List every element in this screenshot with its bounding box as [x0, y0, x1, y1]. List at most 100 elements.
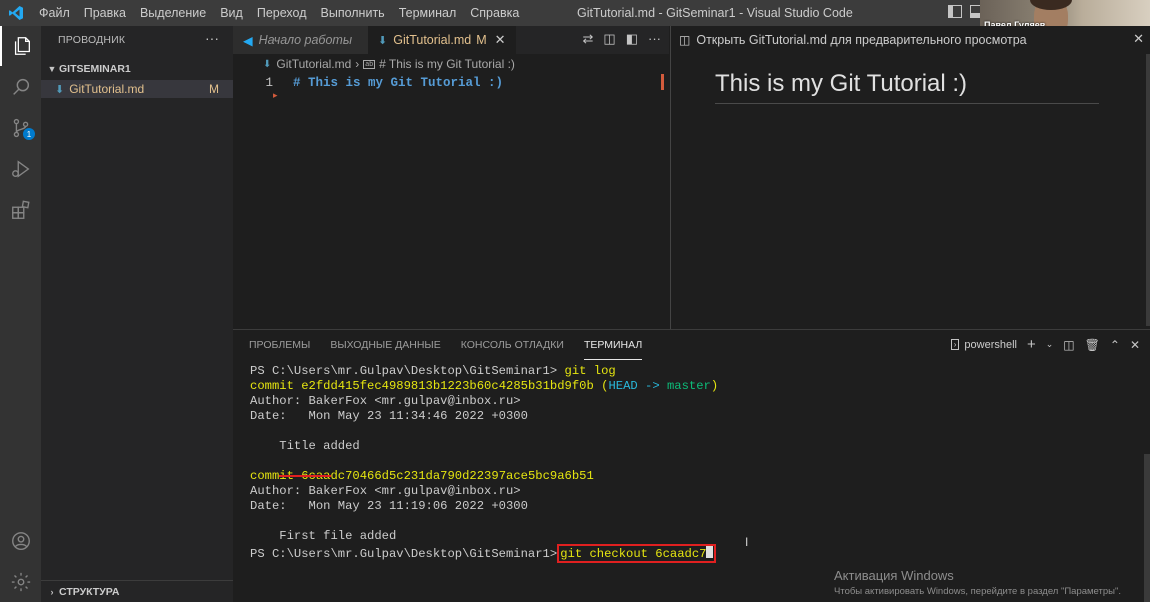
outline-label: СТРУКТУРА — [59, 585, 120, 598]
search-icon[interactable] — [0, 67, 41, 107]
menu-run[interactable]: Выполнить — [314, 0, 392, 26]
menu-bar: Файл Правка Выделение Вид Переход Выполн… — [32, 0, 526, 26]
explorer-sidebar: ПРОВОДНИК ··· ▼ GITSEMINAR1 ⬇ GitTutoria… — [41, 26, 233, 602]
close-icon[interactable]: ✕ — [1133, 31, 1144, 47]
split-editor-icon[interactable]: ◧ — [626, 31, 638, 47]
maximize-panel-icon[interactable]: ⌃ — [1110, 338, 1120, 352]
commit-hash: 6caadc70466d5c231da790d22397ace5bc9a6b51 — [301, 469, 594, 483]
menu-file[interactable]: Файл — [32, 0, 77, 26]
split-terminal-icon[interactable]: ◫ — [1063, 338, 1074, 352]
tab-debug-console[interactable]: КОНСОЛЬ ОТЛАДКИ — [461, 330, 564, 360]
ref-paren: ) — [710, 379, 719, 393]
hash-underline-annotation — [279, 475, 331, 477]
file-item-gittutorial[interactable]: ⬇ GitTutorial.md M — [41, 80, 233, 98]
preview-heading: This is my Git Tutorial :) — [715, 70, 968, 97]
commit-label: commit — [250, 379, 294, 393]
close-panel-icon[interactable]: ✕ — [1130, 338, 1140, 352]
tab-modified-badge: M — [476, 33, 487, 47]
terminal-selector[interactable]: › powershell — [950, 338, 1017, 351]
terminal-line: Date: Mon May 23 11:19:06 2022 +0300 — [250, 499, 528, 513]
tab-output[interactable]: ВЫХОДНЫЕ ДАННЫЕ — [330, 330, 440, 360]
trash-icon[interactable]: 🗑 — [1085, 338, 1100, 352]
text-cursor-icon: I — [745, 535, 749, 549]
commit-hash: e2fdd415fec4989813b1223b60c4285b31bd9f0b — [301, 379, 594, 393]
activity-bar: 1 — [0, 26, 41, 602]
menu-view[interactable]: Вид — [213, 0, 250, 26]
open-preview-icon[interactable]: ◫ — [603, 31, 615, 47]
tab-gittutorial[interactable]: ⬇ GitTutorial.md M ✕ — [368, 26, 516, 54]
line-code[interactable]: # This is my Git Tutorial :) — [293, 76, 503, 90]
window-title: GitTutorial.md - GitSeminar1 - Visual St… — [577, 6, 853, 20]
markdown-file-icon: ⬇ — [263, 58, 272, 70]
terminal-scrollbar[interactable] — [1144, 454, 1150, 602]
menu-edit[interactable]: Правка — [77, 0, 133, 26]
preview-editor-group: ◫ Открыть GitTutorial.md для предварител… — [670, 26, 1150, 329]
terminal-line: PS C:\Users\mr.Gulpav\Desktop\GitSeminar… — [250, 544, 718, 563]
tab-welcome[interactable]: ◀ Начало работы — [233, 26, 368, 54]
editor-tabs: ◀ Начало работы ⬇ GitTutorial.md M ✕ ⇄ ◫… — [233, 26, 669, 54]
tab-welcome-label: Начало работы — [258, 33, 353, 47]
chevron-down-icon: ▼ — [47, 64, 57, 74]
workspace-folder[interactable]: ▼ GITSEMINAR1 — [41, 58, 233, 80]
close-icon[interactable]: ✕ — [495, 32, 506, 48]
breadcrumb: ⬇ GitTutorial.md › ab # This is my Git T… — [233, 54, 669, 74]
terminal-line: Author: BakerFox <mr.gulpav@inbox.ru> — [250, 484, 521, 498]
chevron-down-icon[interactable]: ⌄ — [1046, 339, 1054, 350]
breadcrumb-symbol[interactable]: # This is my Git Tutorial :) — [379, 57, 515, 71]
compare-changes-icon[interactable]: ⇄ — [583, 31, 594, 47]
vscode-small-icon: ◀ — [243, 33, 253, 48]
run-debug-icon[interactable] — [0, 149, 41, 189]
terminal-line: Date: Mon May 23 11:34:46 2022 +0300 — [250, 409, 528, 423]
settings-gear-icon[interactable] — [0, 562, 41, 602]
terminal-line: commit e2fdd415fec4989813b1223b60c4285b3… — [250, 379, 718, 394]
menu-help[interactable]: Справка — [463, 0, 526, 26]
tab-problems[interactable]: ПРОБЛЕМЫ — [249, 330, 310, 360]
more-actions-icon[interactable]: ··· — [648, 31, 661, 47]
command: git log — [564, 364, 616, 378]
menu-go[interactable]: Переход — [250, 0, 314, 26]
code-line[interactable]: 1 # This is my Git Tutorial :) — [233, 74, 669, 91]
panel-actions: › powershell + ⌄ ◫ 🗑 ⌃ ✕ — [950, 336, 1140, 353]
breadcrumb-file[interactable]: GitTutorial.md — [276, 57, 351, 71]
title-bar: Файл Правка Выделение Вид Переход Выполн… — [0, 0, 1150, 36]
terminal-output[interactable]: PS C:\Users\mr.Gulpav\Desktop\GitSeminar… — [250, 364, 718, 563]
terminal-line: Title added — [250, 439, 360, 453]
explorer-icon[interactable] — [0, 26, 41, 66]
preview-tab[interactable]: ◫ Открыть GitTutorial.md для предварител… — [671, 26, 1150, 54]
editor-actions: ⇄ ◫ ◧ ··· — [583, 31, 662, 47]
panel-tabs: ПРОБЛЕМЫ ВЫХОДНЫЕ ДАННЫЕ КОНСОЛЬ ОТЛАДКИ… — [233, 330, 1150, 360]
chevron-right-icon: › — [50, 586, 54, 597]
gutter-change-marker: ▸ — [273, 90, 278, 100]
toggle-sidebar-icon[interactable] — [948, 5, 962, 18]
source-control-icon[interactable] — [0, 108, 41, 148]
menu-selection[interactable]: Выделение — [133, 0, 213, 26]
modified-status-badge: M — [209, 82, 219, 96]
scrollbar[interactable] — [1146, 54, 1150, 326]
prompt: PS C:\Users\mr.Gulpav\Desktop\GitSeminar… — [250, 547, 558, 561]
head-ref: HEAD -> — [608, 379, 660, 393]
line-number: 1 — [265, 75, 273, 90]
bottom-panel: ПРОБЛЕМЫ ВЫХОДНЫЕ ДАННЫЕ КОНСОЛЬ ОТЛАДКИ… — [233, 329, 1150, 602]
markdown-file-icon: ⬇ — [378, 34, 388, 47]
heading-divider — [715, 103, 1099, 104]
account-icon[interactable] — [0, 521, 41, 561]
tab-terminal[interactable]: ТЕРМИНАЛ — [583, 330, 643, 360]
terminal-type: powershell — [964, 338, 1017, 351]
branch-ref: master — [666, 379, 711, 393]
vscode-logo-icon — [0, 0, 32, 26]
markdown-file-icon: ⬇ — [55, 83, 65, 96]
tab-gittutorial-label: GitTutorial.md — [393, 33, 472, 47]
menu-terminal[interactable]: Терминал — [392, 0, 464, 26]
terminal-blank — [250, 424, 718, 439]
layout-controls — [948, 5, 984, 18]
windows-activation-watermark: Активация Windows Чтобы активировать Win… — [834, 568, 1121, 597]
new-terminal-icon[interactable]: + — [1027, 336, 1036, 353]
terminal-blank — [250, 454, 718, 469]
outline-section[interactable]: › СТРУКТУРА — [41, 580, 233, 602]
command: git checkout 6caadc7 — [560, 547, 707, 561]
extensions-icon[interactable] — [0, 190, 41, 230]
terminal-line: PS C:\Users\mr.Gulpav\Desktop\GitSeminar… — [250, 364, 718, 379]
more-actions-icon[interactable]: ··· — [205, 30, 219, 46]
minimap-change-marker — [661, 74, 664, 90]
symbol-icon: ab — [363, 59, 376, 69]
